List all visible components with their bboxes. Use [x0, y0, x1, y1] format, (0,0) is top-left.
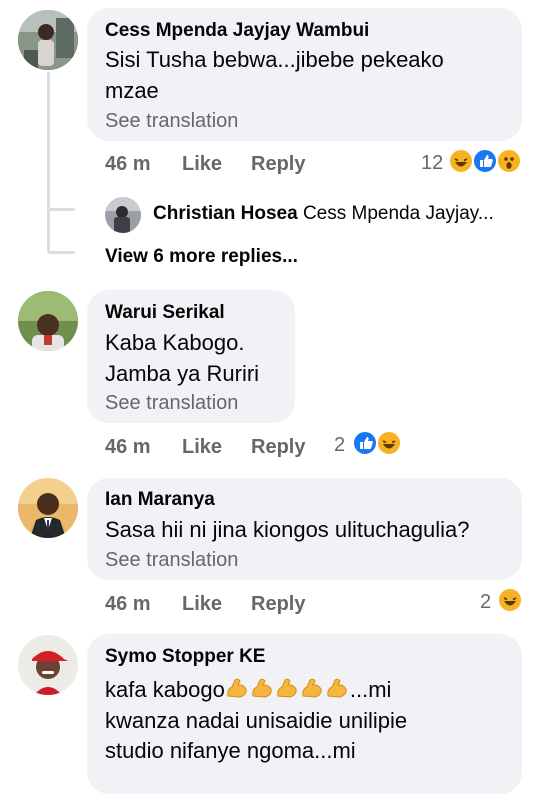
like-icon — [472, 148, 498, 174]
comment-author[interactable]: Ian Maranya — [105, 489, 215, 511]
avatar-symo[interactable] — [18, 635, 78, 695]
reply-text: Cess Mpenda Jayjay... — [302, 203, 494, 224]
like-button[interactable]: Like — [182, 593, 222, 616]
reply-author[interactable]: Christian Hosea — [153, 203, 298, 224]
like-button[interactable]: Like — [182, 153, 222, 176]
thread-line-branch-2 — [47, 251, 75, 254]
haha-icon — [448, 148, 474, 174]
see-translation-link[interactable]: See translation — [105, 549, 238, 572]
thread-line-branch-1 — [47, 208, 75, 211]
comment-timestamp[interactable]: 46 m — [105, 593, 151, 616]
comment-text-line: Sisi Tusha bebwa...jibebe pekeako — [105, 47, 444, 72]
like-icon — [352, 430, 378, 456]
comment-timestamp[interactable]: 46 m — [105, 436, 151, 459]
flexed-biceps-icon — [277, 678, 297, 698]
comment-author[interactable]: Symo Stopper KE — [105, 646, 265, 668]
avatar-ian-image — [18, 478, 78, 538]
reply-button[interactable]: Reply — [251, 153, 305, 176]
reply-button[interactable]: Reply — [251, 593, 305, 616]
flexed-biceps-icon — [252, 678, 272, 698]
avatar-ian[interactable] — [18, 478, 78, 538]
see-translation-link[interactable]: See translation — [105, 392, 238, 415]
haha-icon — [497, 587, 523, 613]
flexed-biceps-icon — [227, 678, 247, 698]
avatar-symo-image — [18, 635, 78, 695]
comment-text-line: kafa kabogo ...mi — [105, 675, 391, 705]
reaction-count[interactable]: 12 — [421, 152, 443, 175]
see-translation-link[interactable]: See translation — [105, 110, 238, 133]
thread-line-vertical — [47, 72, 50, 252]
comment-author[interactable]: Warui Serikal — [105, 302, 225, 324]
avatar-cess[interactable] — [18, 10, 78, 70]
haha-icon — [376, 430, 402, 456]
flexed-biceps-icon — [302, 678, 322, 698]
comment-text-prefix: kafa kabogo — [105, 677, 225, 702]
flexed-biceps-emoji-group — [225, 677, 350, 702]
comment-timestamp[interactable]: 46 m — [105, 153, 151, 176]
comment-text-line: studio nifanye ngoma...mi — [105, 738, 356, 763]
flexed-biceps-icon — [327, 678, 347, 698]
reaction-count[interactable]: 2 — [334, 434, 345, 457]
comment-text-line: Jamba ya Ruriri — [105, 361, 260, 386]
avatar-christian-image — [105, 197, 141, 233]
reply-button[interactable]: Reply — [251, 436, 305, 459]
comment-text-line: Sasa hii ni jina kiongos ulituchagulia? — [105, 517, 470, 542]
comment-text-line: mzae — [105, 78, 159, 103]
reply-preview[interactable]: Christian Hosea Cess Mpenda Jayjay... — [153, 203, 494, 225]
comment-text-suffix: ...mi — [349, 677, 392, 702]
comment-author[interactable]: Cess Mpenda Jayjay Wambui — [105, 20, 369, 42]
comment-text-line: kwanza nadai unisaidie unilipie — [105, 708, 408, 733]
avatar-warui[interactable] — [18, 291, 78, 351]
wow-icon — [496, 148, 522, 174]
avatar-warui-image — [18, 291, 78, 351]
comment-text-line: Kaba Kabogo. — [105, 330, 245, 355]
reaction-count[interactable]: 2 — [480, 591, 491, 614]
like-button[interactable]: Like — [182, 436, 222, 459]
view-more-replies-link[interactable]: View 6 more replies... — [105, 246, 298, 268]
avatar-christian[interactable] — [105, 197, 141, 233]
avatar-cess-image — [18, 10, 78, 70]
